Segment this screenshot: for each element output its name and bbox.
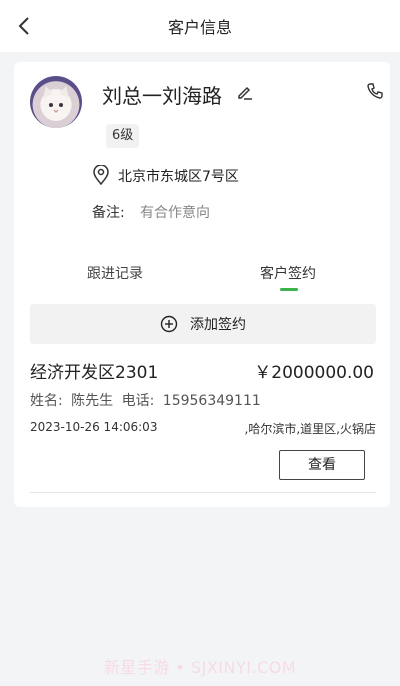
back-arrow-icon[interactable]	[12, 14, 36, 38]
top-nav-bar: 客户信息	[0, 0, 400, 52]
contact-name-label: 姓名:	[30, 393, 63, 409]
contact-info-row: 姓名: 陈先生 电话: 15956349111	[30, 390, 265, 410]
contract-amount: ￥2000000.00	[254, 363, 374, 383]
add-contract-label: 添加签约	[190, 317, 246, 333]
customer-name: 刘总一刘海路	[102, 84, 222, 108]
contract-title: 经济开发区2301	[30, 363, 159, 383]
location-pin-icon	[92, 164, 110, 186]
contact-phone-label: 电话:	[121, 393, 155, 409]
contact-phone: 15956349111	[162, 393, 261, 409]
divider	[30, 492, 376, 493]
tab-customer-contracts[interactable]: 客户签约	[260, 263, 316, 283]
avatar	[30, 76, 82, 128]
tab-follow-records[interactable]: 跟进记录	[87, 263, 143, 283]
level-badge: 6级	[106, 124, 140, 148]
edit-pencil-icon[interactable]	[236, 83, 254, 101]
contact-name: 陈先生	[71, 393, 114, 409]
note-value: 有合作意向	[140, 205, 210, 221]
contract-location: ,哈尔滨市,道里区,火锅店	[244, 422, 376, 436]
watermark: 新星手游 • SJXINYI.COM	[103, 658, 297, 677]
view-button[interactable]: 查看	[279, 450, 365, 480]
note-label: 备注:	[92, 205, 125, 221]
active-tab-indicator	[280, 288, 298, 291]
page-title: 客户信息	[167, 18, 232, 37]
contract-datetime: 2023-10-26 14:06:03	[30, 420, 158, 434]
customer-card: 刘总一刘海路 6级 北京市东城区7号区 备注: 有合作意向 跟进记录 客户签约	[14, 62, 390, 507]
phone-icon[interactable]	[366, 82, 384, 100]
add-contract-button[interactable]: 添加签约	[30, 304, 376, 344]
plus-circle-icon	[160, 315, 178, 333]
customer-address: 北京市东城区7号区	[118, 169, 239, 185]
